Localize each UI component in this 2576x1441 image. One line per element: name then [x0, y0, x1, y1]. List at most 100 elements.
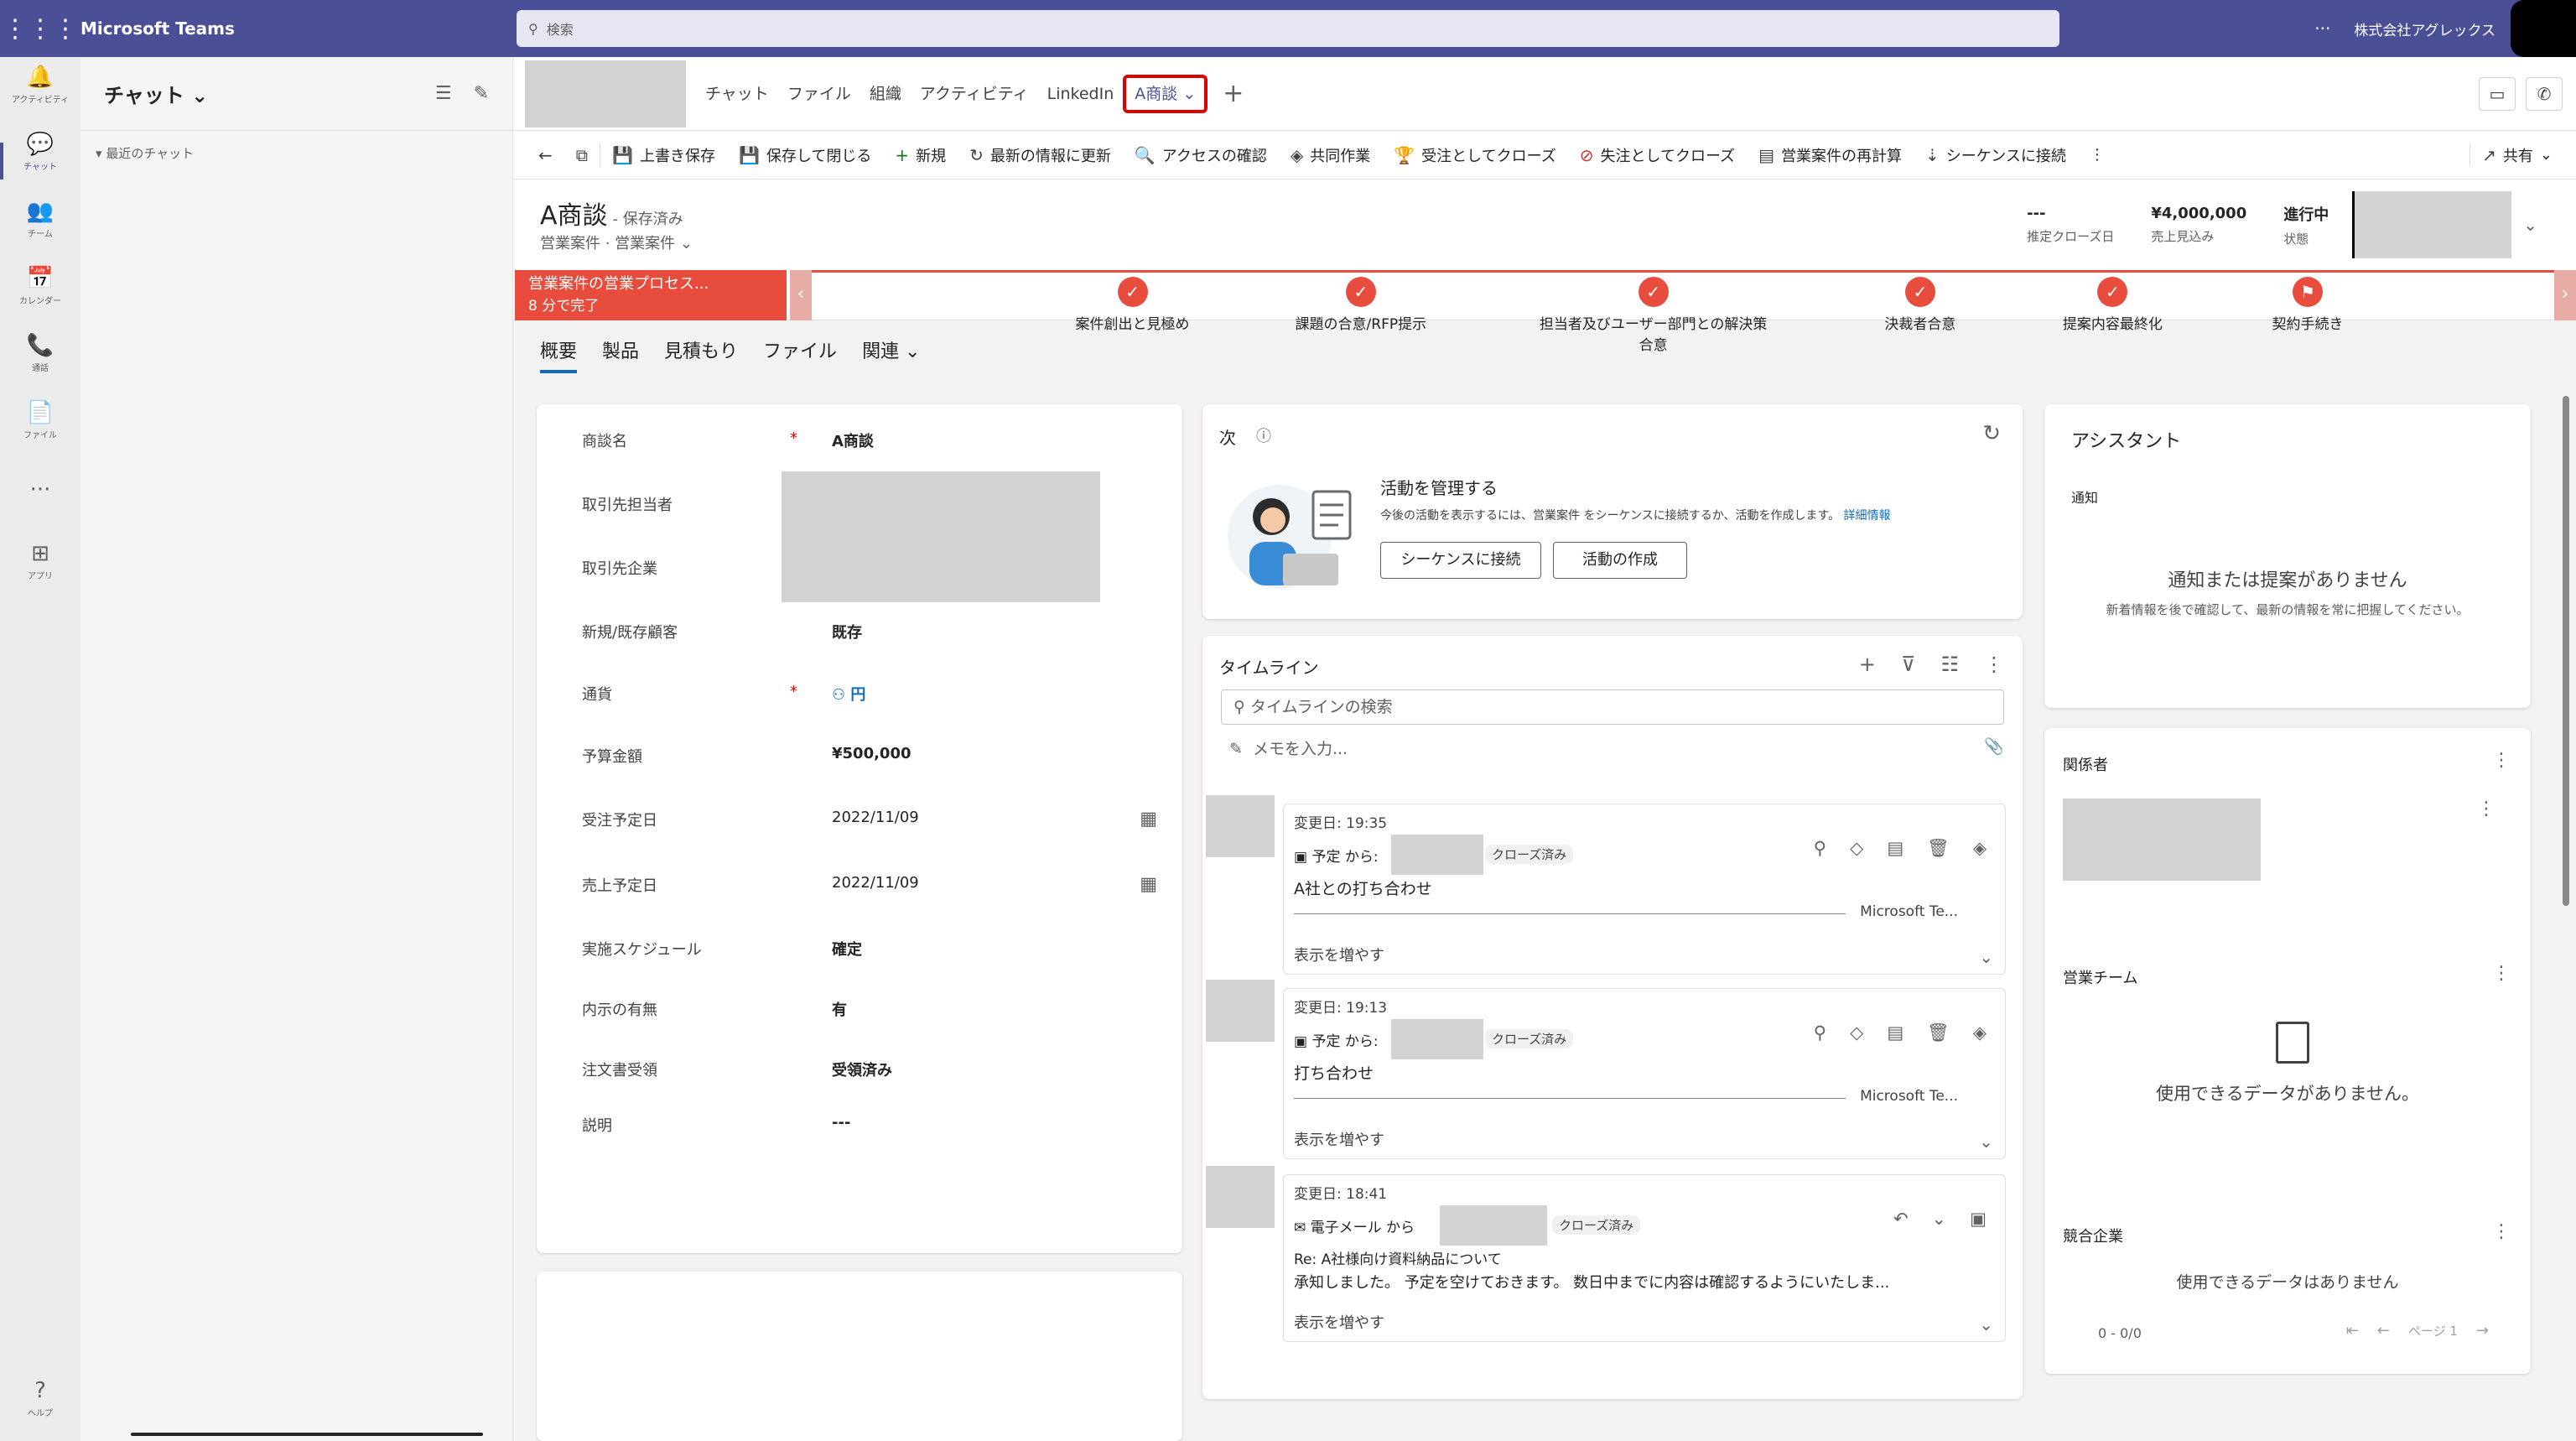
list-view-icon[interactable]: ☷ [1940, 653, 1959, 676]
field-value[interactable]: 受領済み [832, 1059, 892, 1080]
filter-icon[interactable]: ⊽ [1901, 653, 1916, 676]
delete-icon[interactable]: 🗑 [1927, 838, 1950, 859]
related-item-more-icon[interactable]: ⋮ [2477, 799, 2496, 819]
cmd-1-button[interactable]: 💾 保存して閉じる [727, 144, 883, 166]
tab-chat[interactable]: チャット [696, 57, 778, 131]
tab-form-files[interactable]: ファイル [763, 325, 837, 375]
info-icon[interactable]: ⓘ [1256, 424, 1271, 446]
calendar-icon[interactable]: ▦ [1140, 809, 1157, 830]
tab-activity[interactable]: アクティビティ [911, 57, 1038, 131]
show-more-link[interactable]: 表示を増やす [1294, 944, 1384, 965]
process-step[interactable]: ✓ 課題の合意/RFP提示 [1244, 277, 1478, 333]
recent-chats-header[interactable]: ▾ 最近のチャット [80, 131, 512, 175]
field-value[interactable]: --- [832, 1114, 850, 1131]
teams-icon[interactable]: ◈ [1973, 838, 1987, 859]
first-page-icon[interactable]: ⇤ [2346, 1322, 2359, 1340]
process-step[interactable]: ✓ 案件創出と見極め [1015, 277, 1250, 333]
prev-page-icon[interactable]: ← [2377, 1322, 2390, 1340]
rail-teams[interactable]: 👥 チーム [0, 198, 80, 260]
chat-panel-title[interactable]: チャット ⌄ [104, 79, 208, 108]
refresh-icon[interactable]: ↻ [1982, 421, 2001, 446]
close-activity-icon[interactable]: ◇ [1850, 838, 1863, 859]
avatar[interactable] [2511, 0, 2576, 57]
field-value[interactable]: A商談 [832, 429, 874, 451]
popout-icon[interactable]: ⧉ [564, 145, 600, 165]
chevron-down-icon[interactable]: ⌄ [1979, 1314, 1993, 1334]
tab-a-deal[interactable]: A商談 ⌄ [1123, 74, 1208, 113]
related-more-icon[interactable]: ⋮ [2492, 750, 2511, 771]
cmd-2-button[interactable]: + 新規 [883, 144, 958, 166]
show-more-link[interactable]: 表示を増やす [1294, 1128, 1384, 1150]
cmd-7-button[interactable]: ⊘ 失注としてクローズ [1568, 144, 1747, 166]
tab-related[interactable]: 関連 ⌄ [862, 325, 920, 375]
teams-icon[interactable]: ◈ [1973, 1022, 1987, 1043]
attach-icon[interactable]: 📎 [1984, 736, 2004, 756]
scrollbar[interactable] [2563, 396, 2569, 906]
cmd-3-button[interactable]: ↻ 最新の情報に更新 [958, 144, 1123, 166]
app-launcher-icon[interactable]: ⋮⋮⋮ [0, 0, 80, 57]
search-input[interactable]: ⚲ 検索 [517, 10, 2059, 47]
chevron-down-icon[interactable]: ⌄ [1932, 1209, 1947, 1229]
rail-apps[interactable]: ⊞ アプリ [0, 540, 80, 602]
more-options-icon[interactable]: ··· [2314, 18, 2330, 39]
rail-help[interactable]: ? ヘルプ [0, 1377, 80, 1439]
show-more-link[interactable]: 表示を増やす [1294, 1311, 1384, 1333]
assign-icon[interactable]: ⚲ [1814, 1022, 1826, 1043]
tab-products[interactable]: 製品 [602, 325, 639, 375]
video-call-icon[interactable]: ▭ [2479, 76, 2516, 111]
cmd-8-button[interactable]: ▤ 営業案件の再計算 [1747, 144, 1914, 166]
chevron-down-icon[interactable]: ⌄ [1979, 947, 1993, 967]
more-commands-icon[interactable]: ⋮ [2078, 146, 2116, 164]
field-value[interactable]: 既存 [832, 621, 862, 642]
cmd-0-button[interactable]: 💾 上書き保存 [600, 144, 727, 166]
rail-activity[interactable]: 🔔 アクティビティ [0, 64, 80, 126]
assign-icon[interactable]: ⚲ [1814, 838, 1826, 859]
next-page-icon[interactable]: → [2476, 1322, 2489, 1340]
field-value[interactable]: ⚇ 円 [832, 683, 865, 705]
sales-team-more-icon[interactable]: ⋮ [2492, 963, 2511, 984]
org-name[interactable]: 株式会社アグレックス [2354, 18, 2496, 39]
timeline-post[interactable]: 変更日: 19:13 ▣ 予定 から: クローズ済み ⚲ ◇ ▤ 🗑 ◈ 打ち合わせ Micros… [1283, 988, 2006, 1159]
rail-more[interactable]: ··· [0, 476, 80, 538]
process-step[interactable]: ⚑ 契約手続き [2190, 277, 2425, 333]
field-value[interactable]: 2022/11/09 [832, 874, 919, 892]
timeline-post[interactable]: 変更日: 19:35 ▣ 予定 から: クローズ済み ⚲ ◇ ▤ 🗑 ◈ A社との打ち合わせ Mi… [1283, 804, 2006, 975]
timeline-search-input[interactable]: ⚲ タイムラインの検索 [1221, 689, 2004, 725]
add-tab-icon[interactable]: + [1223, 79, 1244, 108]
open-icon[interactable]: ▤ [1887, 838, 1903, 859]
timeline-post[interactable]: 変更日: 18:41 ✉ 電子メール から クローズ済み ↶ ⌄ ▣ Re: A社様向け資料… [1283, 1174, 2006, 1342]
field-value[interactable]: ¥500,000 [832, 745, 911, 762]
cmd-6-button[interactable]: 🏆 受注としてクローズ [1382, 144, 1567, 166]
create-activity-button[interactable]: 活動の作成 [1553, 542, 1687, 579]
tab-linkedin[interactable]: LinkedIn [1038, 57, 1124, 131]
calendar-icon[interactable]: ▦ [1140, 874, 1157, 895]
chevron-down-icon[interactable]: ⌄ [1979, 1131, 1993, 1152]
chevron-right-icon[interactable]: › [2554, 270, 2576, 320]
more-vertical-icon[interactable]: ⋮ [1984, 653, 2004, 676]
record-form-selector[interactable]: 営業案件 · 営業案件 ⌄ [540, 231, 693, 253]
memo-input[interactable]: ✎ メモを入力... 📎 [1229, 736, 2004, 759]
cmd-4-button[interactable]: 🔍 アクセスの確認 [1123, 144, 1279, 166]
open-icon[interactable]: ▣ [1970, 1209, 1987, 1229]
field-value[interactable]: 確定 [832, 938, 862, 960]
chevron-left-icon[interactable]: ‹ [790, 270, 812, 320]
chevron-down-icon[interactable]: ⌄ [2523, 215, 2537, 235]
open-icon[interactable]: ▤ [1887, 1022, 1903, 1043]
rail-calendar[interactable]: 📅 カレンダー [0, 265, 80, 327]
rail-chat[interactable]: 💬 チャット [0, 131, 80, 193]
new-chat-icon[interactable]: ✎ [474, 83, 489, 104]
competitors-more-icon[interactable]: ⋮ [2492, 1221, 2511, 1242]
filter-icon[interactable]: ☰ [435, 83, 452, 104]
rail-files[interactable]: 📄 ファイル [0, 399, 80, 461]
process-step[interactable]: ✓ 担当者及びユーザー部門との解決策合意 [1536, 277, 1771, 354]
back-icon[interactable]: ← [527, 145, 564, 165]
field-value[interactable]: 2022/11/09 [832, 809, 919, 826]
rail-calls[interactable]: 📞 通話 [0, 332, 80, 394]
reply-icon[interactable]: ↶ [1893, 1209, 1909, 1229]
tab-summary[interactable]: 概要 [540, 325, 578, 375]
audio-call-icon[interactable]: ✆ [2526, 76, 2563, 111]
owner-placeholder[interactable] [2352, 191, 2512, 258]
add-icon[interactable]: + [1859, 653, 1876, 676]
learn-more-link[interactable]: 詳細情報 [1844, 509, 1891, 523]
cmd-5-button[interactable]: ◈ 共同作業 [1279, 144, 1382, 166]
